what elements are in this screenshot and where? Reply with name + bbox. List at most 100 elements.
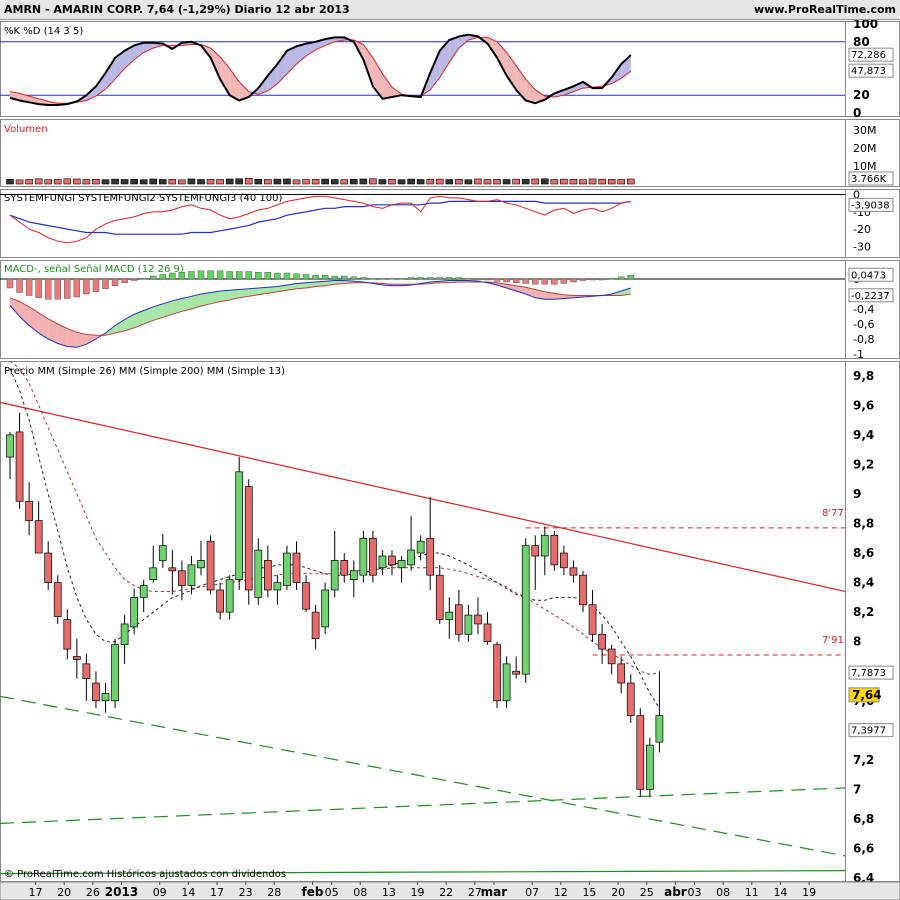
volume-bar-28 <box>273 178 282 185</box>
candle-body-38 <box>369 537 377 576</box>
volume-bar-4 <box>44 179 53 185</box>
candle-body-48 <box>464 614 473 635</box>
candle-body-68 <box>655 715 664 743</box>
candle-body-46 <box>445 611 454 620</box>
time-label-25: 11 <box>745 886 759 899</box>
candle-body-41 <box>397 560 406 569</box>
macd-hist-bar-26 <box>255 272 262 280</box>
macd-hist-bar-8 <box>83 278 90 295</box>
volume-bar-47 <box>455 179 463 185</box>
volume-bar-65 <box>626 178 635 185</box>
volume-bar-10 <box>101 179 110 185</box>
time-label-24: 08 <box>716 886 730 899</box>
time-label-0: 17 <box>29 886 43 899</box>
time-label-27: 19 <box>802 886 816 899</box>
time-label-12: 13 <box>382 886 396 899</box>
macd-hist-bar-20 <box>197 270 205 280</box>
macd-hist-bar-4 <box>45 278 52 300</box>
candle-body-36 <box>349 570 358 580</box>
volume-bar-56 <box>540 178 549 185</box>
volume-bar-35 <box>340 179 349 185</box>
candle-body-31 <box>302 582 310 610</box>
candle-body-18 <box>178 570 186 586</box>
macd-hist-bar-49 <box>474 278 482 281</box>
macd-hist-bar-6 <box>64 278 71 299</box>
price-tick-3: 9,2 <box>853 457 874 471</box>
volume-bar-42 <box>407 178 415 185</box>
footer-note: © ProRealTime.com Históricos ajustados c… <box>4 868 286 880</box>
volume-bar-3 <box>34 178 43 185</box>
ma26-value: 7,7873 <box>851 668 886 679</box>
macd-hist-bar-10 <box>102 278 109 289</box>
macd-hist-bar-52 <box>503 278 510 283</box>
candle-body-56 <box>540 534 549 557</box>
stoch-tick-1: 80 <box>853 35 870 49</box>
candle-body-61 <box>588 604 597 635</box>
macd-title: MACD-, señal Señal MACD (12 26 9) <box>4 264 184 275</box>
time-label-22: abr <box>664 885 687 899</box>
volume-bar-9 <box>92 179 100 185</box>
site-name[interactable]: www.ProRealTime.com <box>754 3 896 16</box>
candle-body-24 <box>235 471 244 580</box>
volume-tick-1: 20M <box>853 142 877 155</box>
volume-bar-40 <box>388 179 396 185</box>
candle-body-20 <box>197 560 205 569</box>
volume-bar-29 <box>283 178 291 185</box>
volume-bar-34 <box>330 179 339 185</box>
volume-bar-36 <box>349 179 358 185</box>
macd-hist-bar-11 <box>111 278 119 286</box>
price-tick-4: 9 <box>853 487 861 501</box>
volume-bar-50 <box>483 179 492 185</box>
volume-bar-45 <box>435 178 444 185</box>
candle-body-23 <box>225 579 234 613</box>
macd-tick-5: -1 <box>853 348 864 361</box>
candle-body-5 <box>53 582 62 617</box>
macd-hist-bar-16 <box>159 274 167 280</box>
macd-hist-bar-15 <box>150 275 157 280</box>
candle-body-17 <box>168 567 177 572</box>
volume-bar-24 <box>235 178 243 185</box>
candle-body-44 <box>426 537 435 576</box>
volume-bar-15 <box>149 178 158 185</box>
volume-bar-38 <box>369 178 377 185</box>
ma13-value: 7,3977 <box>851 726 886 737</box>
volume-bar-37 <box>359 178 368 185</box>
volume-bar-62 <box>598 178 606 185</box>
macd-hist-bar-60 <box>579 278 587 281</box>
volume-bar-48 <box>464 179 473 185</box>
macd-hist-bar-56 <box>541 278 548 285</box>
candle-body-53 <box>512 670 521 675</box>
price-tick-8: 8,2 <box>853 605 874 619</box>
candle-body-54 <box>521 545 530 675</box>
volume-bar-19 <box>187 178 196 185</box>
macd-hist-bar-19 <box>188 271 195 280</box>
macd-hist-bar-62 <box>598 278 606 281</box>
volume-bar-16 <box>159 179 167 185</box>
macd-hist-bar-64 <box>618 276 625 280</box>
macd-hist-bar-40 <box>388 278 396 280</box>
candle-body-66 <box>636 715 645 790</box>
stoch-k-value: 72,286 <box>851 50 886 61</box>
volume-bar-23 <box>225 178 234 185</box>
volume-bar-14 <box>139 179 148 185</box>
volume-bar-41 <box>397 179 406 185</box>
time-label-7: 23 <box>239 886 253 899</box>
price-tick-6: 8,6 <box>853 546 874 560</box>
macd-hist-bar-37 <box>360 277 367 280</box>
candle-body-65 <box>626 682 635 716</box>
time-label-11: 08 <box>353 886 367 899</box>
macd-hist-bar-38 <box>369 278 377 280</box>
candle-body-28 <box>273 582 282 591</box>
price-title: Precio MM (Simple 26) MM (Simple 200) MM… <box>4 366 285 377</box>
macd-hist-bar-34 <box>331 275 338 280</box>
macd-signal-value: -0,2237 <box>851 291 890 302</box>
candle-body-64 <box>617 663 626 684</box>
time-label-17: 07 <box>525 886 539 899</box>
systemfungi-value: -3,9038 <box>851 200 890 211</box>
candle-body-40 <box>388 555 396 566</box>
candle-body-33 <box>321 589 329 628</box>
chart-area: %K %D (14 3 5) 100 80 20 0 72,286 47,873 Volume… <box>0 20 900 900</box>
candle-body-7 <box>72 656 81 660</box>
candle-body-34 <box>330 560 339 591</box>
time-label-1: 20 <box>57 886 71 899</box>
